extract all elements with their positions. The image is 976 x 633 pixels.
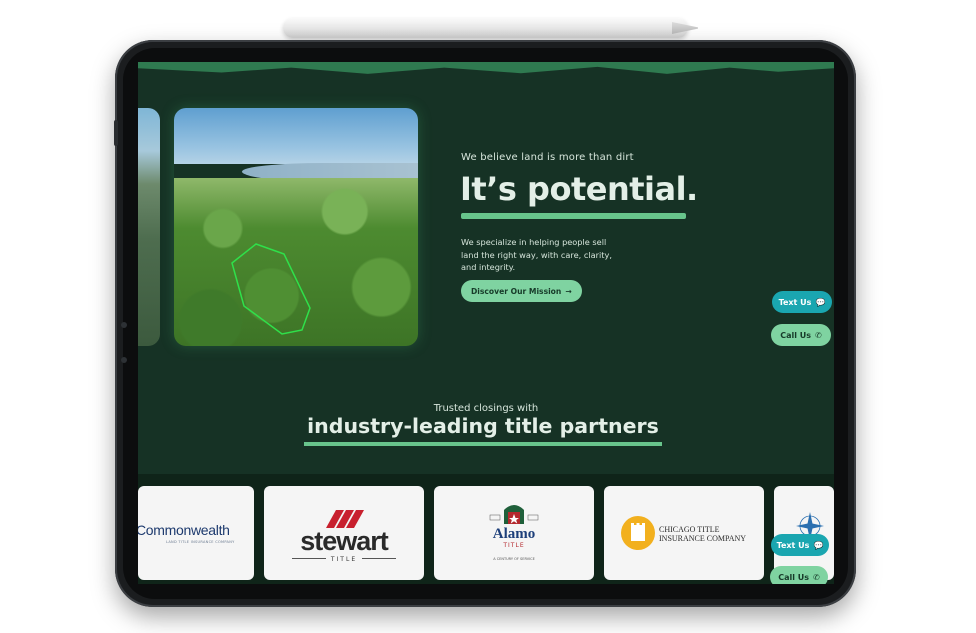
chicago-title-seal-icon — [621, 516, 655, 550]
text-us-label-bottom: Text Us — [776, 540, 810, 550]
alamo-tagline: A CENTURY OF SERVICE — [493, 557, 535, 561]
stewart-wordmark: stewart — [300, 526, 389, 556]
stewart-subtitle: TITLE — [330, 556, 358, 563]
tablet-side-button — [114, 120, 118, 146]
phone-icon: ✆ — [815, 330, 822, 340]
discover-mission-button[interactable]: Discover Our Mission → — [461, 280, 582, 302]
call-us-label-bottom: Call Us — [778, 572, 810, 582]
text-us-button[interactable]: Text Us 💬 — [772, 291, 832, 313]
logo-card-commonwealth[interactable]: Commonwealth LAND TITLE INSURANCE COMPAN… — [138, 486, 254, 580]
logo-card-stewart[interactable]: stewart TITLE — [264, 486, 424, 580]
chat-icon: 💬 — [813, 540, 824, 550]
call-us-button-bottom[interactable]: Call Us ✆ — [770, 566, 828, 584]
carousel-prev-photo[interactable] — [138, 108, 160, 346]
logo-card-chicago-title[interactable]: CHICAGO TITLE INSURANCE COMPANY — [604, 486, 764, 580]
commonwealth-wordmark: Commonwealth — [138, 522, 230, 538]
chat-icon: 💬 — [815, 297, 826, 307]
top-edge-decoration — [138, 62, 834, 74]
tablet-camera-dot — [121, 322, 127, 328]
property-boundary-outline — [231, 243, 311, 335]
partners-title: industry-leading title partners — [307, 414, 659, 438]
alamo-wordmark: Alamo — [492, 526, 536, 542]
chicago-title-name: CHICAGO TITLE — [659, 525, 720, 534]
chicago-title-subtitle: INSURANCE COMPANY — [659, 534, 747, 543]
phone-icon: ✆ — [813, 572, 820, 582]
text-us-label: Text Us — [778, 297, 812, 307]
stewart-rule-right — [362, 558, 396, 559]
stylus-pencil — [283, 18, 688, 38]
partners-pre-title: Trusted closings with — [433, 403, 539, 414]
partners-title-underline — [304, 442, 662, 446]
text-us-button-bottom[interactable]: Text Us 💬 — [771, 534, 829, 556]
hero-tagline: We believe land is more than dirt — [461, 152, 634, 163]
website-screen: We believe land is more than dirt It’s p… — [138, 62, 834, 584]
device-mockup: We believe land is more than dirt It’s p… — [0, 0, 976, 633]
call-us-label: Call Us — [780, 330, 812, 340]
hero-headline: It’s potential. — [460, 170, 698, 208]
cta-label: Discover Our Mission — [471, 286, 562, 296]
hero-description: We specialize in helping people sell lan… — [461, 237, 612, 272]
chicago-title-wordmark: CHICAGO TITLE INSURANCE COMPANY — [659, 525, 746, 543]
tablet-sensor-dot — [121, 357, 127, 363]
alamo-subtitle: TITLE — [503, 542, 525, 549]
arrow-right-icon: → — [565, 286, 572, 296]
hero-land-photo[interactable] — [174, 108, 418, 346]
headline-underline — [461, 213, 686, 219]
call-us-button[interactable]: Call Us ✆ — [771, 324, 831, 346]
commonwealth-subtitle: LAND TITLE INSURANCE COMPANY — [166, 540, 235, 544]
logo-card-alamo[interactable]: Alamo TITLE A CENTURY OF SERVICE — [434, 486, 594, 580]
